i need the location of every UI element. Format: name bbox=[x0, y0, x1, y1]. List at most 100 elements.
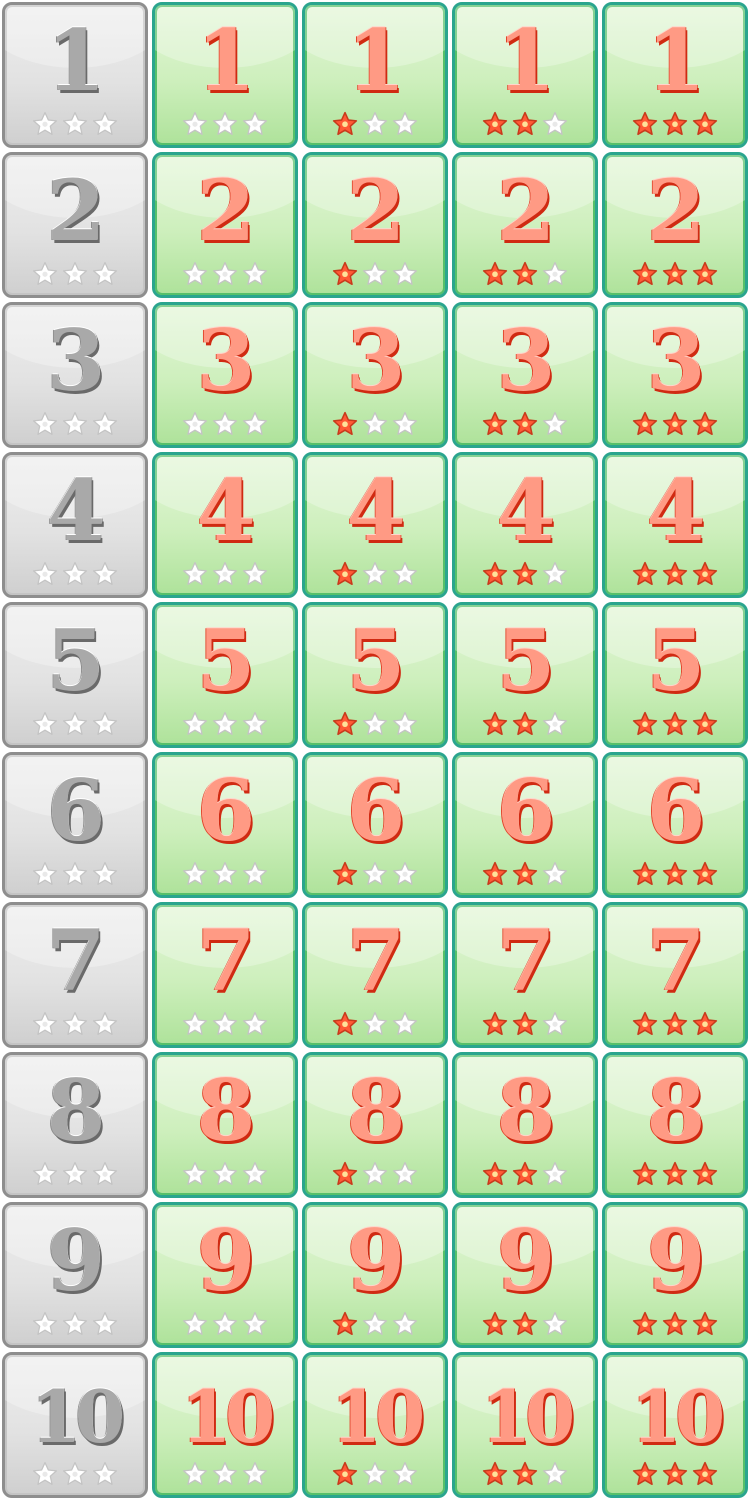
star-filled-icon bbox=[662, 111, 688, 136]
level-number: 7 bbox=[496, 911, 555, 1010]
level-tile-10-unlocked-0star[interactable]: 10 bbox=[152, 1352, 298, 1498]
star-empty-icon bbox=[392, 1311, 418, 1335]
level-tile-9-unlocked-0star[interactable]: 9 bbox=[152, 1202, 298, 1348]
level-tile-9-locked-0star[interactable]: 9 bbox=[2, 1202, 148, 1348]
level-tile-5-unlocked-0star[interactable]: 5 bbox=[152, 602, 298, 748]
level-number: 3 bbox=[496, 311, 555, 410]
level-tile-6-locked-0star[interactable]: 6 bbox=[2, 752, 148, 898]
level-tile-5-unlocked-1star[interactable]: 5 bbox=[302, 602, 448, 748]
star-empty-icon bbox=[242, 1011, 268, 1035]
level-tile-5-unlocked-3star[interactable]: 5 bbox=[602, 602, 748, 748]
star-filled-icon bbox=[482, 1161, 508, 1186]
star-filled-icon bbox=[512, 411, 538, 436]
level-tile-2-unlocked-0star[interactable]: 2 bbox=[152, 152, 298, 298]
level-tile-8-unlocked-1star[interactable]: 8 bbox=[302, 1052, 448, 1198]
star-empty-icon bbox=[182, 1461, 208, 1485]
level-tile-7-unlocked-2star[interactable]: 7 bbox=[452, 902, 598, 1048]
level-number: 7 bbox=[646, 911, 705, 1010]
star-rating bbox=[5, 1311, 145, 1337]
star-filled-icon bbox=[662, 411, 688, 436]
star-filled-icon bbox=[632, 411, 658, 436]
level-tile-7-unlocked-3star[interactable]: 7 bbox=[602, 902, 748, 1048]
star-rating bbox=[155, 711, 295, 737]
level-tile-4-locked-0star[interactable]: 4 bbox=[2, 452, 148, 598]
level-tile-6-unlocked-3star[interactable]: 6 bbox=[602, 752, 748, 898]
level-tile-1-unlocked-0star[interactable]: 1 bbox=[152, 2, 298, 148]
level-tile-8-unlocked-3star[interactable]: 8 bbox=[602, 1052, 748, 1198]
level-tile-10-unlocked-2star[interactable]: 10 bbox=[452, 1352, 598, 1498]
level-tile-10-locked-0star[interactable]: 10 bbox=[2, 1352, 148, 1498]
level-tile-2-locked-0star[interactable]: 2 bbox=[2, 152, 148, 298]
star-empty-icon bbox=[32, 1311, 58, 1335]
star-empty-icon bbox=[542, 411, 568, 435]
star-filled-icon bbox=[662, 561, 688, 586]
star-rating bbox=[455, 261, 595, 287]
level-tile-4-unlocked-1star[interactable]: 4 bbox=[302, 452, 448, 598]
star-empty-icon bbox=[212, 1011, 238, 1035]
level-tile-4-unlocked-2star[interactable]: 4 bbox=[452, 452, 598, 598]
star-rating bbox=[305, 1311, 445, 1337]
star-rating bbox=[605, 561, 745, 587]
level-tile-8-locked-0star[interactable]: 8 bbox=[2, 1052, 148, 1198]
level-tile-1-unlocked-3star[interactable]: 1 bbox=[602, 2, 748, 148]
level-tile-9-unlocked-2star[interactable]: 9 bbox=[452, 1202, 598, 1348]
level-tile-10-unlocked-3star[interactable]: 10 bbox=[602, 1352, 748, 1498]
star-filled-icon bbox=[482, 111, 508, 136]
level-tile-9-unlocked-3star[interactable]: 9 bbox=[602, 1202, 748, 1348]
star-filled-icon bbox=[332, 411, 358, 436]
level-number: 3 bbox=[646, 311, 705, 410]
star-rating bbox=[155, 1011, 295, 1037]
star-empty-icon bbox=[392, 861, 418, 885]
level-tile-3-unlocked-2star[interactable]: 3 bbox=[452, 302, 598, 448]
star-empty-icon bbox=[62, 711, 88, 735]
level-tile-3-locked-0star[interactable]: 3 bbox=[2, 302, 148, 448]
level-select-grid: 1111122222333334444455555666667777788888… bbox=[0, 0, 750, 1500]
star-rating bbox=[605, 1011, 745, 1037]
star-filled-icon bbox=[332, 861, 358, 886]
level-tile-5-locked-0star[interactable]: 5 bbox=[2, 602, 148, 748]
level-number: 3 bbox=[346, 311, 405, 410]
star-filled-icon bbox=[512, 711, 538, 736]
level-tile-5-unlocked-2star[interactable]: 5 bbox=[452, 602, 598, 748]
level-tile-4-unlocked-3star[interactable]: 4 bbox=[602, 452, 748, 598]
level-number: 5 bbox=[46, 611, 105, 710]
level-number: 6 bbox=[196, 761, 255, 860]
level-tile-6-unlocked-1star[interactable]: 6 bbox=[302, 752, 448, 898]
level-tile-4-unlocked-0star[interactable]: 4 bbox=[152, 452, 298, 598]
level-tile-7-unlocked-1star[interactable]: 7 bbox=[302, 902, 448, 1048]
star-empty-icon bbox=[242, 111, 268, 135]
star-rating bbox=[305, 1011, 445, 1037]
level-number: 10 bbox=[630, 1374, 725, 1459]
level-tile-6-unlocked-0star[interactable]: 6 bbox=[152, 752, 298, 898]
level-tile-1-unlocked-1star[interactable]: 1 bbox=[302, 2, 448, 148]
level-tile-7-locked-0star[interactable]: 7 bbox=[2, 902, 148, 1048]
level-number: 8 bbox=[496, 1061, 555, 1160]
star-rating bbox=[455, 711, 595, 737]
star-filled-icon bbox=[512, 111, 538, 136]
level-tile-7-unlocked-0star[interactable]: 7 bbox=[152, 902, 298, 1048]
star-empty-icon bbox=[92, 1011, 118, 1035]
level-tile-9-unlocked-1star[interactable]: 9 bbox=[302, 1202, 448, 1348]
star-empty-icon bbox=[242, 261, 268, 285]
level-tile-3-unlocked-0star[interactable]: 3 bbox=[152, 302, 298, 448]
star-filled-icon bbox=[692, 1011, 718, 1036]
level-tile-1-locked-0star[interactable]: 1 bbox=[2, 2, 148, 148]
level-tile-6-unlocked-2star[interactable]: 6 bbox=[452, 752, 598, 898]
level-tile-3-unlocked-1star[interactable]: 3 bbox=[302, 302, 448, 448]
star-filled-icon bbox=[512, 261, 538, 286]
level-tile-8-unlocked-2star[interactable]: 8 bbox=[452, 1052, 598, 1198]
level-tile-8-unlocked-0star[interactable]: 8 bbox=[152, 1052, 298, 1198]
level-number: 2 bbox=[496, 161, 555, 260]
level-tile-3-unlocked-3star[interactable]: 3 bbox=[602, 302, 748, 448]
star-rating bbox=[5, 1011, 145, 1037]
star-filled-icon bbox=[662, 1011, 688, 1036]
level-tile-2-unlocked-1star[interactable]: 2 bbox=[302, 152, 448, 298]
star-rating bbox=[455, 561, 595, 587]
star-empty-icon bbox=[92, 1461, 118, 1485]
level-number: 2 bbox=[346, 161, 405, 260]
level-tile-10-unlocked-1star[interactable]: 10 bbox=[302, 1352, 448, 1498]
level-tile-2-unlocked-2star[interactable]: 2 bbox=[452, 152, 598, 298]
star-filled-icon bbox=[662, 1161, 688, 1186]
level-tile-2-unlocked-3star[interactable]: 2 bbox=[602, 152, 748, 298]
level-tile-1-unlocked-2star[interactable]: 1 bbox=[452, 2, 598, 148]
